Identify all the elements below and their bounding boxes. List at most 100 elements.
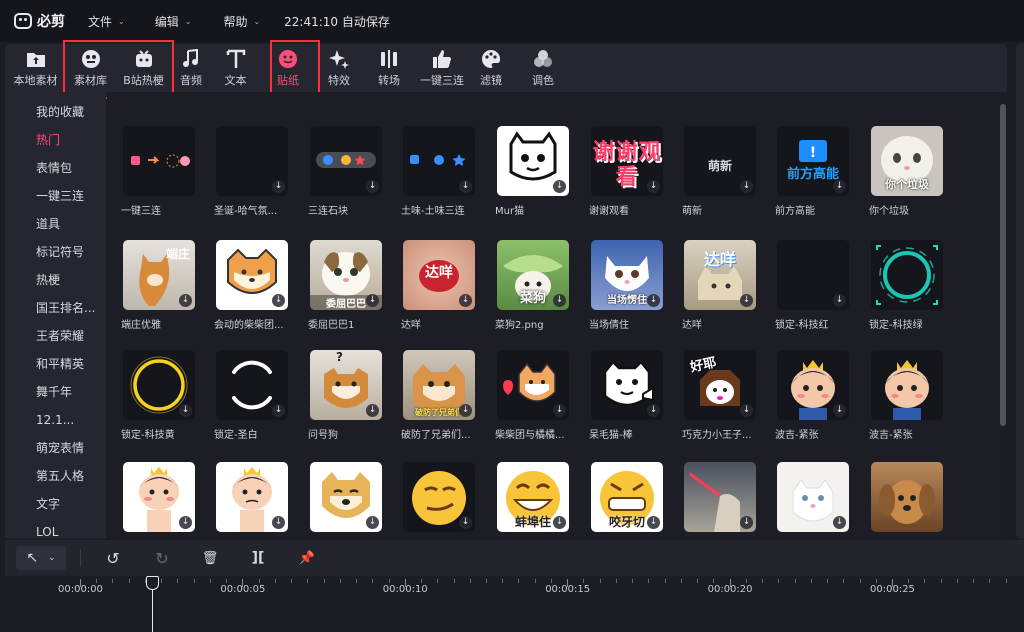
menu-edit[interactable]: 编辑 ⌄: [155, 13, 192, 30]
download-icon[interactable]: ↓: [179, 404, 192, 417]
undo-button[interactable]: ↺: [102, 549, 124, 568]
sidebar-category-item[interactable]: 道具: [5, 210, 106, 238]
download-icon[interactable]: ↓: [647, 404, 660, 417]
sticker-thumbnail[interactable]: [871, 240, 943, 310]
sidebar-category-item[interactable]: 热门: [5, 126, 106, 154]
sticker-thumbnail[interactable]: 菜狗 ↓: [497, 240, 569, 310]
download-icon[interactable]: ↓: [366, 516, 379, 529]
sticker-thumbnail[interactable]: [123, 126, 195, 196]
download-icon[interactable]: ↓: [647, 516, 660, 529]
sticker-thumbnail[interactable]: 谢谢观看 ↓: [591, 126, 663, 196]
sticker-thumbnail[interactable]: 萌新 ↓: [684, 126, 756, 196]
sticker-item[interactable]: 端庄 ↓ 端庄优雅: [107, 240, 197, 336]
sticker-item[interactable]: ↓ 锁定-科技红: [761, 240, 851, 336]
sidebar-category-item[interactable]: 和平精英: [5, 350, 106, 378]
sidebar-category-item[interactable]: 我的收藏: [5, 98, 106, 126]
sticker-item[interactable]: 菜狗 ↓ 菜狗2.png: [481, 240, 571, 336]
sticker-item[interactable]: ↓ 柴柴团与橘橘...: [481, 350, 571, 446]
download-icon[interactable]: ↓: [459, 294, 472, 307]
menu-file[interactable]: 文件 ⌄: [88, 13, 125, 30]
sticker-item[interactable]: 萌新 ↓ 萌新: [668, 126, 758, 222]
sticker-thumbnail[interactable]: ? ↓: [310, 350, 382, 420]
sidebar-category-item[interactable]: 国王排名...: [5, 294, 106, 322]
toolbar-tab-5[interactable]: 贴纸: [261, 44, 315, 92]
sticker-item[interactable]: [855, 462, 945, 538]
sticker-item[interactable]: 达咩 ↓ 达咩: [668, 240, 758, 336]
download-icon[interactable]: ↓: [272, 516, 285, 529]
download-icon[interactable]: ↓: [553, 180, 566, 193]
sticker-thumbnail[interactable]: ↓: [777, 462, 849, 532]
sticker-thumbnail[interactable]: 达咩 ↓: [403, 240, 475, 310]
sticker-thumbnail[interactable]: ↓: [310, 462, 382, 532]
sidebar-category-item[interactable]: 舞千年: [5, 378, 106, 406]
download-icon[interactable]: ↓: [833, 404, 846, 417]
download-icon[interactable]: ↓: [179, 294, 192, 307]
sticker-thumbnail[interactable]: ↓: [123, 462, 195, 532]
sticker-thumbnail[interactable]: ↓: [403, 462, 475, 532]
sticker-thumbnail[interactable]: ↓: [310, 126, 382, 196]
sticker-item[interactable]: 委屈巴巴 ↓ 委屈巴巴1: [294, 240, 384, 336]
sticker-item[interactable]: ↓: [761, 462, 851, 538]
sticker-item[interactable]: ↓ 圣诞-哈气氛...: [200, 126, 290, 222]
download-icon[interactable]: ↓: [740, 180, 753, 193]
download-icon[interactable]: ↓: [553, 294, 566, 307]
sticker-thumbnail[interactable]: 蚌埠住 ↓: [497, 462, 569, 532]
download-icon[interactable]: ↓: [740, 294, 753, 307]
download-icon[interactable]: ↓: [553, 404, 566, 417]
sticker-item[interactable]: 你个垃圾 你个垃圾: [855, 126, 945, 222]
download-icon[interactable]: ↓: [647, 180, 660, 193]
sticker-item[interactable]: 一键三连: [107, 126, 197, 222]
sticker-thumbnail[interactable]: ↓: [591, 350, 663, 420]
download-icon[interactable]: ↓: [740, 516, 753, 529]
download-icon[interactable]: ↓: [833, 516, 846, 529]
toolbar-tab-9[interactable]: 滤镜: [469, 44, 513, 92]
toolbar-tab-4[interactable]: 文本: [210, 44, 261, 92]
download-icon[interactable]: ↓: [833, 180, 846, 193]
sticker-item[interactable]: ↓: [200, 462, 290, 538]
download-icon[interactable]: ↓: [647, 294, 660, 307]
sidebar-category-item[interactable]: 第五人格: [5, 462, 106, 490]
download-icon[interactable]: ↓: [459, 404, 472, 417]
sticker-thumbnail[interactable]: ↓: [497, 350, 569, 420]
sticker-item[interactable]: 咬牙切 ↓: [575, 462, 665, 538]
sticker-item[interactable]: ↓ 锁定-圣白: [200, 350, 290, 446]
sticker-item[interactable]: ↓ 土味-土味三连: [387, 126, 477, 222]
sticker-thumbnail[interactable]: ↓: [777, 350, 849, 420]
sticker-item[interactable]: ! 前方高能 ↓ 前方高能: [761, 126, 851, 222]
sticker-thumbnail[interactable]: ↓: [684, 462, 756, 532]
menu-help[interactable]: 帮助 ⌄: [223, 13, 260, 30]
sidebar-category-item[interactable]: 文字: [5, 490, 106, 518]
sticker-thumbnail[interactable]: 你个垃圾: [871, 126, 943, 196]
download-icon[interactable]: ↓: [459, 516, 472, 529]
sticker-thumbnail[interactable]: 当场愣住 ↓: [591, 240, 663, 310]
download-icon[interactable]: ↓: [179, 516, 192, 529]
sticker-item[interactable]: 好耶 ↓ 巧克力小王子...: [668, 350, 758, 446]
sticker-thumbnail[interactable]: ↓: [216, 240, 288, 310]
sticker-item[interactable]: ↓ 波吉-紧张: [761, 350, 851, 446]
sticker-thumbnail[interactable]: ! 前方高能 ↓: [777, 126, 849, 196]
download-icon[interactable]: ↓: [366, 404, 379, 417]
sticker-thumbnail[interactable]: 委屈巴巴 ↓: [310, 240, 382, 310]
sticker-item[interactable]: 当场愣住 ↓ 当场倩住: [575, 240, 665, 336]
download-icon[interactable]: ↓: [366, 294, 379, 307]
download-icon[interactable]: ↓: [740, 404, 753, 417]
download-icon[interactable]: ↓: [272, 404, 285, 417]
sticker-thumbnail[interactable]: ↓: [216, 462, 288, 532]
sidebar-category-item[interactable]: 萌宠表情: [5, 434, 106, 462]
sticker-item[interactable]: ↓: [294, 462, 384, 538]
sticker-thumbnail[interactable]: ↓: [216, 350, 288, 420]
sticker-thumbnail[interactable]: ↓: [777, 240, 849, 310]
sticker-thumbnail[interactable]: 破防了兄弟们 ↓: [403, 350, 475, 420]
sticker-thumbnail[interactable]: ↓: [403, 126, 475, 196]
sticker-item[interactable]: ↓ 会动的柴柴团...: [200, 240, 290, 336]
sticker-thumbnail[interactable]: 端庄 ↓: [123, 240, 195, 310]
toolbar-tab-10[interactable]: 调色: [513, 44, 573, 92]
sticker-thumbnail[interactable]: 咬牙切 ↓: [591, 462, 663, 532]
pin-button[interactable]: 📌: [296, 551, 318, 566]
sticker-item[interactable]: ↓: [107, 462, 197, 538]
playhead-handle[interactable]: [146, 576, 159, 590]
sticker-thumbnail[interactable]: ↓: [123, 350, 195, 420]
sticker-item[interactable]: ? ↓ 问号狗: [294, 350, 384, 446]
sticker-item[interactable]: ↓ 呆毛猫-棒: [575, 350, 665, 446]
sticker-thumbnail[interactable]: 达咩 ↓: [684, 240, 756, 310]
